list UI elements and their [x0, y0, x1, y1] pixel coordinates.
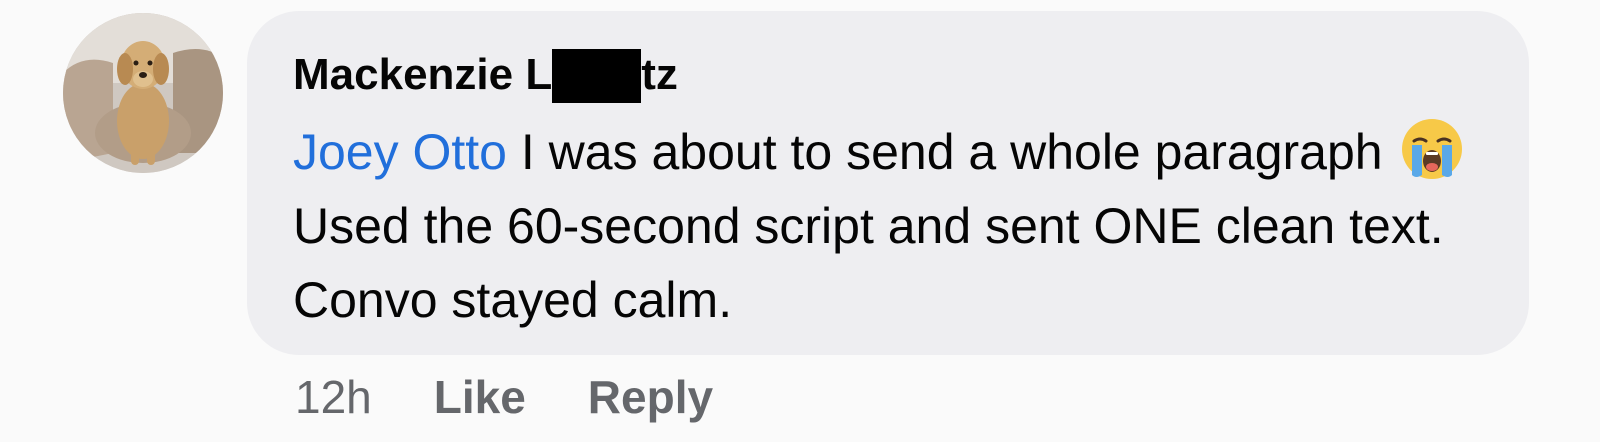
- comment-text: Joey Otto I was about to send a whole pa…: [293, 115, 1513, 337]
- author-name[interactable]: Mackenzie L tz: [293, 47, 678, 103]
- like-button[interactable]: Like: [434, 370, 526, 424]
- reply-button[interactable]: Reply: [588, 370, 713, 424]
- comment-text-part-2: Used the 60-second script and sent ONE c…: [293, 198, 1444, 328]
- author-name-end[interactable]: tz: [641, 50, 678, 100]
- avatar[interactable]: [63, 13, 223, 173]
- redaction-bar: [552, 49, 642, 103]
- dog-photo-icon: [63, 13, 223, 173]
- timestamp[interactable]: 12h: [295, 370, 372, 424]
- mention-link[interactable]: Joey Otto: [293, 124, 507, 180]
- comment-bubble: Mackenzie L tz Joey Otto I was about to s…: [247, 11, 1529, 355]
- author-name-start[interactable]: Mackenzie L: [293, 50, 552, 100]
- comment-text-part-1: I was about to send a whole paragraph: [507, 124, 1397, 180]
- loudly-crying-face-icon: [1398, 115, 1466, 183]
- comment: Mackenzie L tz Joey Otto I was about to s…: [0, 0, 1600, 442]
- comment-actions: 12h Like Reply: [295, 370, 775, 424]
